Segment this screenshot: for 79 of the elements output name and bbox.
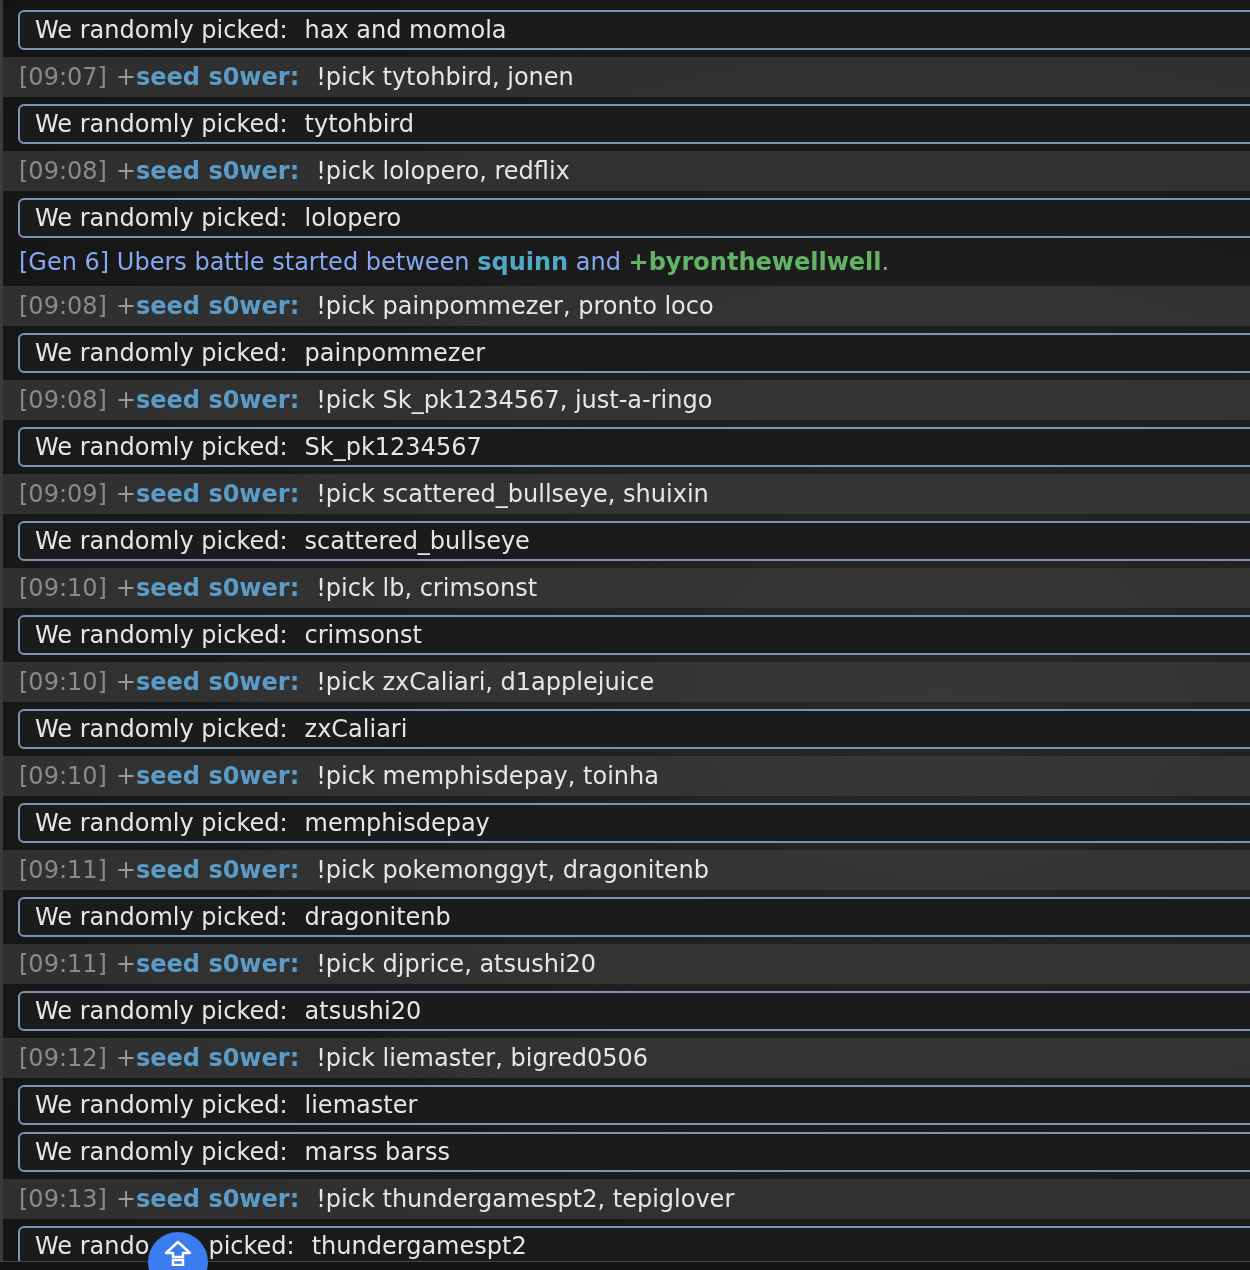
result-label: We randomly picked: <box>35 1138 288 1166</box>
timestamp: [09:07] <box>19 63 107 91</box>
result-label: We randomly picked: <box>35 997 288 1025</box>
message-text: !pick Sk_pk1234567, just-a-ringo <box>316 386 713 414</box>
user-rank: + <box>115 668 136 696</box>
timestamp: [09:10] <box>19 574 107 602</box>
username: seed s0wer: <box>136 668 300 696</box>
picked-name: painpommezer <box>304 339 486 367</box>
timestamp: [09:08] <box>19 386 107 414</box>
result-label: We rando <box>35 1232 150 1260</box>
result-label: We randomly picked: <box>35 809 288 837</box>
picked-name: marss barss <box>304 1138 450 1166</box>
message-text: !pick thundergamespt2, tepiglover <box>316 1185 735 1213</box>
username: seed s0wer: <box>136 63 300 91</box>
timestamp: [09:08] <box>19 157 107 185</box>
timestamp: [09:11] <box>19 950 107 978</box>
result-label: We randomly picked: <box>35 621 288 649</box>
message-text: !pick lolopero, redflix <box>316 157 570 185</box>
timestamp: [09:11] <box>19 856 107 884</box>
result-label: We randomly picked: <box>35 204 288 232</box>
user-rank: + <box>115 950 136 978</box>
message-text: !pick memphisdepay, toinha <box>316 762 659 790</box>
picked-name: hax and momola <box>304 16 507 44</box>
username: seed s0wer: <box>136 574 300 602</box>
message-text: !pick lb, crimsonst <box>316 574 538 602</box>
user-rank: + <box>115 1044 136 1072</box>
user-rank: + <box>115 292 136 320</box>
picked-name: dragonitenb <box>304 903 451 931</box>
result-label: We randomly picked: <box>35 110 288 138</box>
result-label: We randomly picked: <box>35 433 288 461</box>
message-text: !pick pokemonggyt, dragonitenb <box>316 856 710 884</box>
result-label: We randomly picked: <box>35 1091 288 1119</box>
username: seed s0wer: <box>136 157 300 185</box>
user-rank: + <box>115 157 136 185</box>
picked-name: tytohbird <box>304 110 415 138</box>
timestamp: [09:12] <box>19 1044 107 1072</box>
username: seed s0wer: <box>136 1185 300 1213</box>
user-rank: + <box>115 386 136 414</box>
username: seed s0wer: <box>136 292 300 320</box>
picked-name: crimsonst <box>304 621 422 649</box>
result-label: We randomly picked: <box>35 16 288 44</box>
timestamp: [09:09] <box>19 480 107 508</box>
message-text: !pick liemaster, bigred0506 <box>316 1044 649 1072</box>
user-rank: + <box>115 63 136 91</box>
message-text: !pick scattered_bullseye, shuixin <box>316 480 709 508</box>
username: seed s0wer: <box>136 480 300 508</box>
user-rank: + <box>115 574 136 602</box>
battle-announcement: [Gen 6] Ubers battle started between squinn and +byronthewellwell. <box>19 248 890 276</box>
picked-name: liemaster <box>304 1091 418 1119</box>
timestamp: [09:10] <box>19 668 107 696</box>
timestamp: [09:08] <box>19 292 107 320</box>
username: seed s0wer: <box>136 386 300 414</box>
up-arrow-icon <box>164 1240 192 1266</box>
result-label: We randomly picked: <box>35 339 288 367</box>
user-rank: + <box>115 856 136 884</box>
user-rank: + <box>115 480 136 508</box>
username: seed s0wer: <box>136 856 300 884</box>
user-rank: + <box>115 1185 136 1213</box>
picked-name: zxCaliari <box>304 715 408 743</box>
username: seed s0wer: <box>136 950 300 978</box>
picked-name: memphisdepay <box>304 809 490 837</box>
result-label: We randomly picked: <box>35 715 288 743</box>
picked-name: Sk_pk1234567 <box>304 433 482 461</box>
picked-name: atsushi20 <box>304 997 422 1025</box>
message-text: !pick zxCaliari, d1applejuice <box>316 668 655 696</box>
result-label: We randomly picked: <box>35 527 288 555</box>
picked-name: scattered_bullseye <box>304 527 530 555</box>
username: seed s0wer: <box>136 1044 300 1072</box>
result-label: We randomly picked: <box>35 903 288 931</box>
username: seed s0wer: <box>136 762 300 790</box>
message-text: !pick painpommezer, pronto loco <box>316 292 714 320</box>
user-rank: + <box>115 762 136 790</box>
message-text: !pick tytohbird, jonen <box>316 63 574 91</box>
result-label: picked: <box>208 1232 295 1260</box>
message-text: !pick djprice, atsushi20 <box>316 950 597 978</box>
timestamp: [09:10] <box>19 762 107 790</box>
picked-name: thundergamespt2 <box>311 1232 527 1260</box>
picked-name: lolopero <box>304 204 402 232</box>
timestamp: [09:13] <box>19 1185 107 1213</box>
